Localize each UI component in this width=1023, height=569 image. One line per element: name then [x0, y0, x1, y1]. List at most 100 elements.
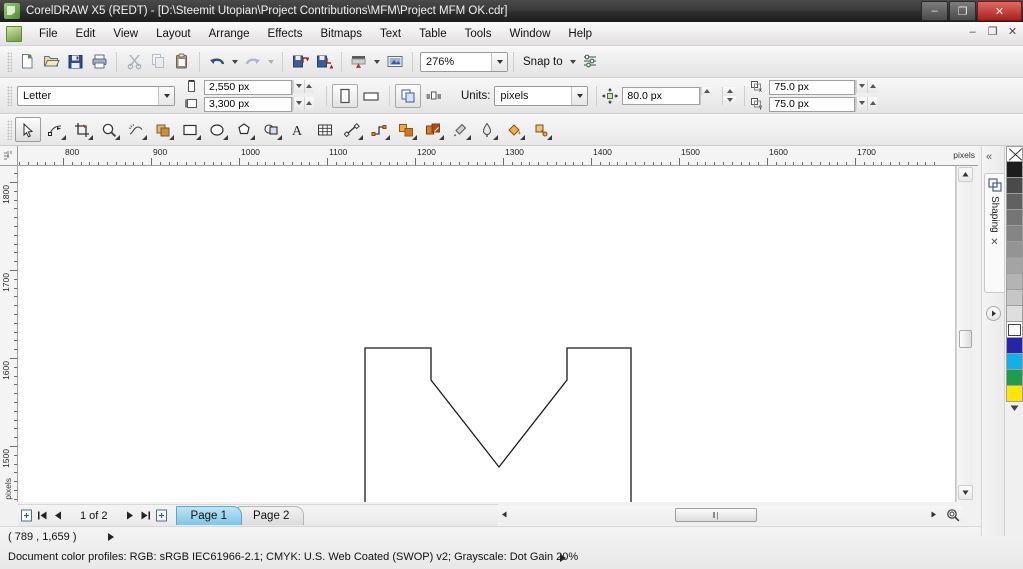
- duplicate-distance-y-field[interactable]: y 75.0 px: [750, 97, 877, 112]
- blend-tool[interactable]: [393, 117, 419, 142]
- next-page-button[interactable]: [122, 508, 138, 524]
- paste-icon[interactable]: [170, 50, 194, 74]
- chevron-double-left-icon[interactable]: «: [986, 151, 992, 163]
- menu-item-arrange[interactable]: Arrange: [200, 25, 259, 43]
- page-tab-2[interactable]: Page 2: [238, 506, 304, 525]
- zoom-magnifier-icon[interactable]: [944, 507, 961, 522]
- add-page-start-button[interactable]: [18, 508, 34, 524]
- redo-dropdown-arrow[interactable]: [268, 60, 274, 64]
- dup-y-spin-up[interactable]: [867, 97, 878, 110]
- page-width-spin-down[interactable]: [293, 80, 304, 93]
- palette-swatch-blue[interactable]: [1006, 338, 1023, 354]
- page-height-spin-up[interactable]: [304, 97, 315, 110]
- interactive-fill-tool[interactable]: [528, 117, 554, 142]
- freehand-tool[interactable]: [123, 117, 149, 142]
- palette-swatch-gray-40[interactable]: [1006, 258, 1023, 274]
- fill-tool[interactable]: [501, 117, 527, 142]
- palette-swatch-gray-70[interactable]: [1006, 210, 1023, 226]
- horizontal-scrollbar[interactable]: ‖|: [497, 506, 963, 523]
- color-eyedropper-tool[interactable]: [447, 117, 473, 142]
- text-tool[interactable]: A: [285, 117, 311, 142]
- scroll-up-button[interactable]: [958, 167, 973, 182]
- duplicate-distance-x-field[interactable]: x 75.0 px: [750, 80, 877, 95]
- palette-swatch-gray-90[interactable]: [1006, 178, 1023, 194]
- vertical-scrollbar[interactable]: [956, 166, 973, 502]
- menu-item-effects[interactable]: Effects: [259, 25, 312, 43]
- menu-item-tools[interactable]: Tools: [456, 25, 501, 43]
- palette-swatch-gray-10[interactable]: [1006, 306, 1023, 322]
- open-document-icon[interactable]: [39, 50, 63, 74]
- dup-x-spin-down[interactable]: [856, 80, 867, 93]
- palette-swatch-no-color[interactable]: [1006, 146, 1023, 162]
- zoom-level-combo[interactable]: 276%: [420, 52, 508, 72]
- zoom-level-dropdown-arrow[interactable]: [491, 53, 507, 71]
- page-width-spin-up[interactable]: [304, 80, 315, 93]
- outline-tool[interactable]: [474, 117, 500, 142]
- palette-swatch-gray-80[interactable]: [1006, 194, 1023, 210]
- palette-swatch-gray-50[interactable]: [1006, 242, 1023, 258]
- portrait-icon[interactable]: [332, 84, 358, 108]
- nudge-spin-down2[interactable]: [722, 96, 736, 105]
- ruler-origin-corner[interactable]: [0, 146, 18, 166]
- publish-pdf-icon[interactable]: [347, 50, 371, 74]
- crop-tool[interactable]: [69, 117, 95, 142]
- menu-item-edit[interactable]: Edit: [67, 25, 105, 43]
- menu-item-table[interactable]: Table: [410, 25, 456, 43]
- mdi-restore-button[interactable]: ❐: [986, 25, 999, 38]
- menu-item-file[interactable]: File: [30, 25, 67, 43]
- scroll-right-button[interactable]: [928, 509, 939, 520]
- cut-icon[interactable]: [122, 50, 146, 74]
- basic-shapes-tool[interactable]: [258, 117, 284, 142]
- docker-tab-shaping[interactable]: Shaping ✕: [984, 173, 1004, 293]
- copy-icon[interactable]: [146, 50, 170, 74]
- restore-button[interactable]: ❐: [949, 1, 976, 21]
- close-button[interactable]: ✕: [977, 1, 1022, 21]
- dup-x-spin-up[interactable]: [867, 80, 878, 93]
- docker-close-icon[interactable]: ✕: [990, 237, 998, 248]
- cursor-position-expand-arrow[interactable]: [108, 533, 114, 541]
- dimension-tool[interactable]: [339, 117, 365, 142]
- menu-item-view[interactable]: View: [104, 25, 147, 43]
- palette-swatch-gray-60[interactable]: [1006, 226, 1023, 242]
- save-document-icon[interactable]: [63, 50, 87, 74]
- connector-tool[interactable]: [366, 117, 392, 142]
- publish-pdf-dropdown-arrow[interactable]: [374, 60, 380, 64]
- paper-type-combo[interactable]: Letter: [17, 86, 175, 106]
- horizontal-ruler[interactable]: pixels 800900100011001200130014001500160…: [18, 146, 978, 166]
- add-page-end-button[interactable]: [154, 508, 170, 524]
- toolbar-grip[interactable]: [7, 52, 12, 72]
- scroll-left-button[interactable]: [497, 507, 512, 522]
- vertical-scroll-thumb[interactable]: [959, 330, 972, 348]
- previous-page-button[interactable]: [50, 508, 66, 524]
- mdi-minimize-button[interactable]: –: [966, 26, 979, 38]
- landscape-icon[interactable]: [358, 84, 384, 108]
- color-profiles-expand-arrow[interactable]: [560, 554, 566, 562]
- all-pages-icon[interactable]: [395, 84, 421, 108]
- navigator-button[interactable]: [986, 306, 1001, 321]
- horizontal-scroll-thumb[interactable]: ‖|: [675, 508, 757, 522]
- menu-item-help[interactable]: Help: [559, 25, 601, 43]
- table-tool[interactable]: [312, 117, 338, 142]
- options-icon[interactable]: [579, 50, 603, 74]
- undo-icon[interactable]: [205, 50, 229, 74]
- smart-fill-tool[interactable]: [150, 117, 176, 142]
- ellipse-tool[interactable]: [204, 117, 230, 142]
- zoom-tool[interactable]: [96, 117, 122, 142]
- last-page-button[interactable]: [138, 508, 154, 524]
- menu-item-window[interactable]: Window: [500, 25, 559, 43]
- redo-icon[interactable]: [241, 50, 265, 74]
- nudge-spin-up[interactable]: [701, 87, 712, 95]
- units-combo[interactable]: pixels: [494, 86, 588, 106]
- vertical-ruler[interactable]: pixels 1800170016001500: [0, 166, 18, 502]
- palette-swatch-yellow[interactable]: [1006, 386, 1023, 402]
- menu-item-bitmaps[interactable]: Bitmaps: [311, 25, 371, 43]
- first-page-button[interactable]: [34, 508, 50, 524]
- menu-item-text[interactable]: Text: [371, 25, 410, 43]
- page-width-field[interactable]: 2,550 px: [185, 80, 314, 95]
- mfm-logo-outline[interactable]: [365, 348, 631, 502]
- page-tab-1[interactable]: Page 1: [176, 506, 242, 525]
- page-height-spin-down[interactable]: [293, 97, 304, 110]
- print-icon[interactable]: [87, 50, 111, 74]
- palette-swatch-black[interactable]: [1006, 162, 1023, 178]
- color-palette[interactable]: [1004, 146, 1023, 536]
